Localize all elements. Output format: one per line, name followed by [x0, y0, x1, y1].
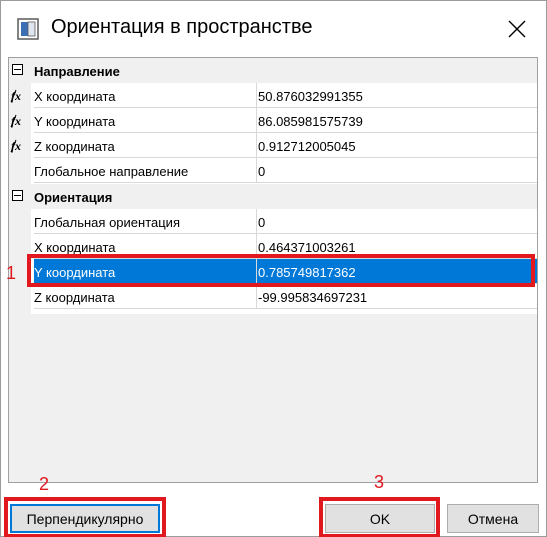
property-row-direction-y[interactable]: fx Y координата 86.085981575739 [9, 108, 537, 133]
property-name: Y координата [34, 108, 256, 133]
property-value[interactable]: 86.085981575739 [256, 108, 537, 133]
cancel-button[interactable]: Отмена [447, 504, 539, 533]
property-row-orientation-z[interactable]: Z координата -99.995834697231 [9, 284, 537, 309]
property-name: Z координата [34, 133, 256, 158]
annotation-number-2: 2 [39, 474, 50, 494]
property-value[interactable]: 0 [256, 209, 537, 234]
window-app-icon [17, 18, 39, 40]
close-button[interactable] [501, 13, 533, 45]
ok-button[interactable]: OK [325, 504, 435, 533]
property-value[interactable]: 0.785749817362 [256, 259, 537, 284]
annotation-number-1: 1 [6, 263, 17, 283]
property-grid: Направление fx X координата 50.876032991… [8, 57, 538, 483]
property-row-direction-z[interactable]: fx Z координата 0.912712005045 [9, 133, 537, 158]
annotation-number-3: 3 [374, 472, 385, 492]
property-row-orientation-y[interactable]: Y координата 0.785749817362 [9, 259, 537, 284]
property-name: Глобальная ориентация [34, 209, 256, 234]
fx-icon: fx [10, 114, 21, 128]
collapse-toggle-icon[interactable] [12, 190, 23, 201]
category-label: Направление [34, 64, 120, 79]
dialog-window: Ориентация в пространстве Направление fx… [0, 0, 547, 537]
fx-icon: fx [10, 139, 21, 153]
title-bar: Ориентация в пространстве [1, 1, 546, 57]
property-value[interactable]: -99.995834697231 [256, 284, 537, 309]
property-value[interactable]: 0.464371003261 [256, 234, 537, 259]
close-icon [508, 20, 526, 38]
property-row-orientation-x[interactable]: X координата 0.464371003261 [9, 234, 537, 259]
property-value[interactable]: 50.876032991355 [256, 83, 537, 108]
window-title: Ориентация в пространстве [51, 16, 313, 38]
property-value[interactable]: 0 [256, 158, 537, 183]
category-orientation[interactable]: Ориентация [9, 184, 537, 209]
property-value[interactable]: 0.912712005045 [256, 133, 537, 158]
perpendicular-button[interactable]: Перпендикулярно [10, 504, 160, 533]
property-row-global-direction[interactable]: Глобальное направление 0 [9, 158, 537, 183]
collapse-toggle-icon[interactable] [12, 64, 23, 75]
property-name: Y координата [34, 259, 256, 284]
property-row-global-orientation[interactable]: Глобальная ориентация 0 [9, 209, 537, 234]
property-row-direction-x[interactable]: fx X координата 50.876032991355 [9, 83, 537, 108]
property-name: X координата [34, 83, 256, 108]
property-name: Глобальное направление [34, 158, 256, 183]
category-label: Ориентация [34, 190, 113, 205]
property-name: Z координата [34, 284, 256, 309]
property-name: X координата [34, 234, 256, 259]
category-direction[interactable]: Направление [9, 58, 537, 83]
fx-icon: fx [10, 89, 21, 103]
